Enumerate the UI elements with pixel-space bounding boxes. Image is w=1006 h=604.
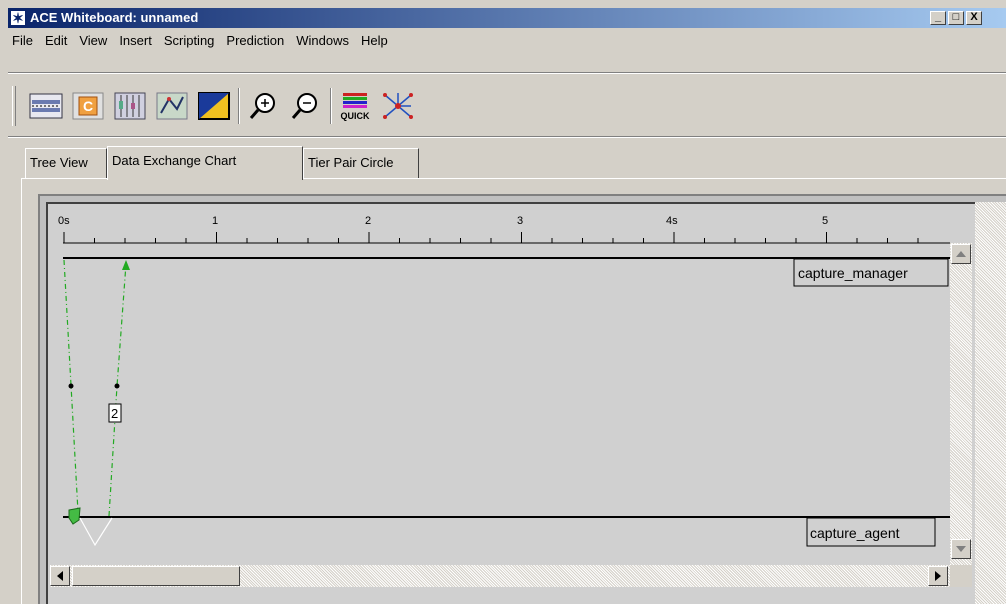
arrow-left-icon xyxy=(57,571,63,581)
tier-label-capture-agent: capture_agent xyxy=(810,525,900,541)
tier-label-capture-manager: capture_manager xyxy=(798,265,908,281)
app-window: ✶ ACE Whiteboard: unnamed _ □ X File Edi… xyxy=(0,0,1006,604)
horizontal-scroll-thumb[interactable] xyxy=(72,566,240,586)
arrow-head-up xyxy=(122,260,130,270)
tick-label-5: 5 xyxy=(822,215,828,227)
outline-triangle xyxy=(79,517,113,547)
tick-label-1: 1 xyxy=(212,215,218,227)
time-ruler xyxy=(50,206,950,246)
arrow-down-icon xyxy=(956,546,966,552)
exchange-midpoint-up xyxy=(114,383,120,389)
arrow-right-icon xyxy=(935,571,941,581)
exchange-label: 2 xyxy=(111,406,118,421)
scroll-left-button[interactable] xyxy=(50,566,70,586)
scrollbar-corner xyxy=(950,565,972,587)
scroll-up-button[interactable] xyxy=(951,244,971,264)
tick-label-2: 2 xyxy=(365,215,371,227)
arrow-up-icon xyxy=(956,251,966,257)
exchange-arrow-up[interactable] xyxy=(108,263,127,517)
exchange-midpoint-down xyxy=(68,383,74,389)
tick-label-0: 0s xyxy=(58,215,70,227)
packet-marker xyxy=(68,507,81,525)
vertical-scrollbar[interactable] xyxy=(950,243,972,583)
tick-label-3: 3 xyxy=(517,215,523,227)
scroll-down-button[interactable] xyxy=(951,539,971,559)
horizontal-scrollbar[interactable] xyxy=(50,565,950,587)
tick-label-4: 4s xyxy=(666,215,678,227)
data-exchange-chart: 0s 1 2 3 4s 5 capture_manager capture_ag… xyxy=(50,206,950,547)
scroll-right-button[interactable] xyxy=(928,566,948,586)
tab-data-exchange-chart[interactable]: Data Exchange Chart xyxy=(107,146,303,180)
